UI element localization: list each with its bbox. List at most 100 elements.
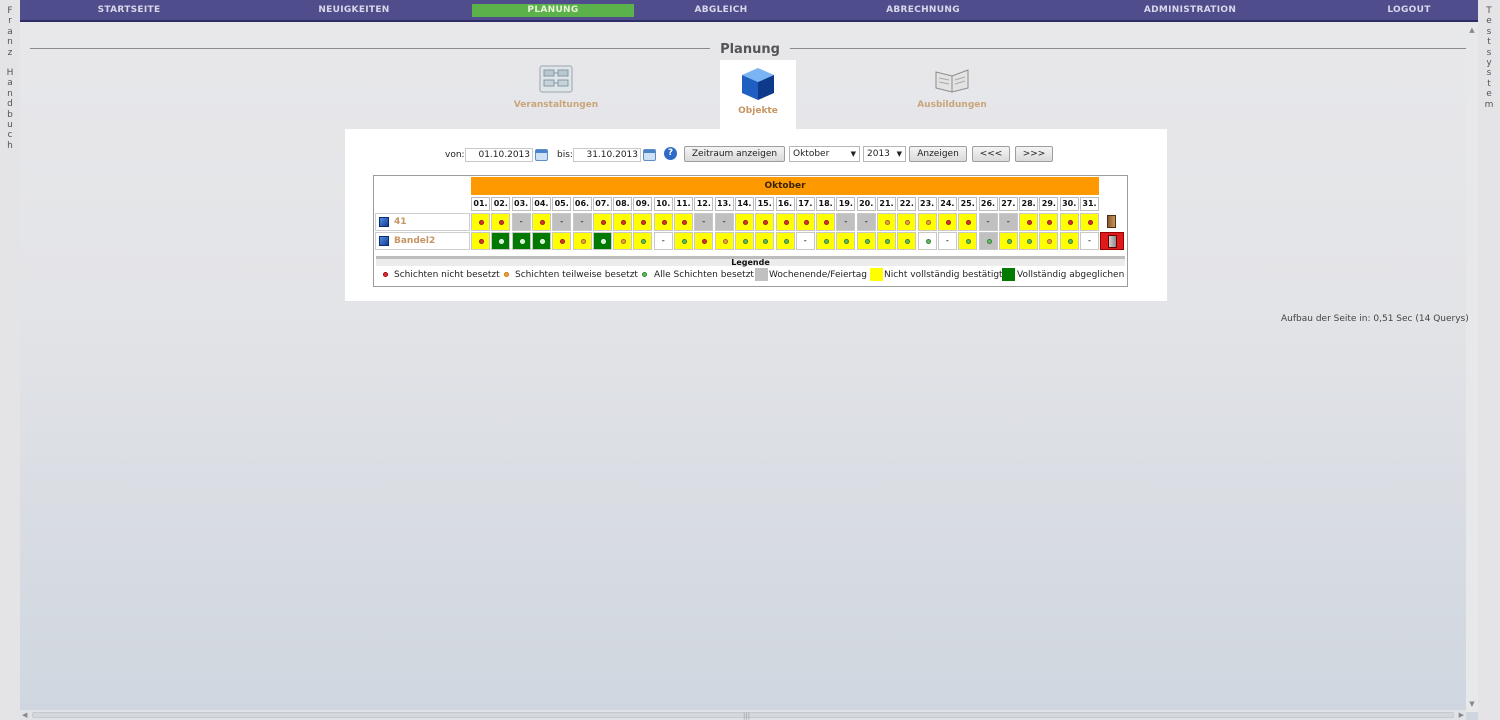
nav-neuigkeiten[interactable]: NEUIGKEITEN xyxy=(302,4,406,17)
calendar-icon[interactable] xyxy=(535,149,548,161)
legend-header: Legende xyxy=(376,256,1125,267)
day-cell[interactable]: - xyxy=(998,213,1018,231)
day-cell[interactable] xyxy=(491,232,511,250)
nav-logout[interactable]: LOGOUT xyxy=(1366,4,1452,17)
anzeigen-button[interactable]: Anzeigen xyxy=(909,146,967,162)
day-cell[interactable] xyxy=(714,232,734,250)
nav-abgleich[interactable]: ABGLEICH xyxy=(670,4,772,17)
day-cell[interactable] xyxy=(836,232,856,250)
nav-planung[interactable]: PLANUNG xyxy=(472,4,634,17)
day-cell[interactable]: - xyxy=(978,213,998,231)
day-cell[interactable]: - xyxy=(836,213,856,231)
scroll-right-arrow-icon[interactable]: ▶ xyxy=(1459,710,1464,720)
day-cell[interactable] xyxy=(633,213,653,231)
day-cell[interactable] xyxy=(1039,232,1059,250)
day-cell[interactable] xyxy=(531,213,551,231)
day-cell[interactable] xyxy=(917,232,937,250)
scroll-left-arrow-icon[interactable]: ◀ xyxy=(22,710,27,720)
day-cell[interactable] xyxy=(613,232,633,250)
day-cell[interactable] xyxy=(734,232,754,250)
object-row-label[interactable]: 41 xyxy=(375,213,470,231)
day-cell[interactable] xyxy=(856,232,876,250)
vertical-label-letter: a xyxy=(7,78,13,89)
day-cell[interactable]: - xyxy=(572,213,592,231)
day-cell[interactable] xyxy=(471,213,490,231)
day-cell[interactable] xyxy=(998,232,1018,250)
door-closed-red-icon[interactable] xyxy=(1100,232,1124,250)
day-cell[interactable] xyxy=(978,232,998,250)
von-date-field[interactable]: 01.10.2013 xyxy=(465,148,533,162)
tab-objekte[interactable]: Objekte xyxy=(720,60,796,130)
horizontal-scroll-thumb[interactable]: ||| xyxy=(32,712,1454,720)
scroll-up-arrow-icon[interactable]: ▲ xyxy=(1466,24,1478,36)
day-cell[interactable] xyxy=(816,213,836,231)
day-cell[interactable] xyxy=(531,232,551,250)
day-cell[interactable] xyxy=(816,232,836,250)
tab-veranstaltungen[interactable]: Veranstaltungen xyxy=(506,60,606,110)
day-header: 01. xyxy=(471,197,490,211)
day-cell[interactable] xyxy=(795,213,815,231)
next-month-button[interactable]: >>> xyxy=(1015,146,1053,162)
day-cell[interactable]: - xyxy=(714,213,734,231)
day-cell[interactable] xyxy=(958,213,978,231)
previous-month-button[interactable]: <<< xyxy=(972,146,1010,162)
door-open-icon[interactable] xyxy=(1100,213,1124,231)
day-cell[interactable] xyxy=(491,213,511,231)
day-cell[interactable] xyxy=(1059,213,1079,231)
day-cell[interactable] xyxy=(592,213,612,231)
day-cell[interactable] xyxy=(552,232,572,250)
day-cell[interactable] xyxy=(511,232,531,250)
day-cell[interactable] xyxy=(1080,213,1099,231)
day-cell[interactable]: - xyxy=(653,232,673,250)
day-cell[interactable]: - xyxy=(795,232,815,250)
day-cell[interactable]: - xyxy=(694,213,714,231)
day-cell[interactable]: - xyxy=(856,213,876,231)
scroll-down-arrow-icon[interactable]: ▼ xyxy=(1466,698,1478,710)
day-cell[interactable] xyxy=(775,213,795,231)
year-select[interactable]: 2013 ▼ xyxy=(863,146,906,162)
day-cell[interactable] xyxy=(958,232,978,250)
zeitraum-anzeigen-button[interactable]: Zeitraum anzeigen xyxy=(684,146,785,162)
day-cell[interactable] xyxy=(694,232,714,250)
day-cell[interactable]: - xyxy=(511,213,531,231)
day-cell[interactable] xyxy=(471,232,490,250)
horizontal-scrollbar[interactable]: ◀ ||| ▶ xyxy=(20,710,1466,720)
nav-startseite[interactable]: STARTSEITE xyxy=(78,4,180,17)
day-cell[interactable] xyxy=(877,213,896,231)
day-cell[interactable] xyxy=(897,213,917,231)
day-cell[interactable] xyxy=(613,213,633,231)
day-cell[interactable] xyxy=(674,232,693,250)
day-cell[interactable] xyxy=(897,232,917,250)
day-cell[interactable] xyxy=(1039,213,1059,231)
day-cell[interactable] xyxy=(1019,213,1039,231)
day-cell[interactable]: - xyxy=(1080,232,1099,250)
vertical-scrollbar[interactable]: ▲ ▼ xyxy=(1466,22,1478,712)
day-cell[interactable] xyxy=(755,213,775,231)
day-header: 09. xyxy=(633,197,653,211)
day-cell[interactable] xyxy=(674,213,693,231)
object-row-label[interactable]: Bandel2 xyxy=(375,232,470,250)
left-strip-user[interactable]: Franz xyxy=(7,6,13,58)
day-cell[interactable] xyxy=(592,232,612,250)
day-cell[interactable]: - xyxy=(937,232,957,250)
day-cell[interactable] xyxy=(937,213,957,231)
nav-abrechnung[interactable]: ABRECHNUNG xyxy=(868,4,978,17)
day-cell[interactable] xyxy=(633,232,653,250)
day-cell[interactable] xyxy=(734,213,754,231)
left-strip-handbuch[interactable]: Handbuch xyxy=(7,68,14,151)
day-cell[interactable] xyxy=(917,213,937,231)
nav-administration[interactable]: ADMINISTRATION xyxy=(1128,4,1252,17)
day-cell[interactable] xyxy=(755,232,775,250)
day-cell[interactable] xyxy=(572,232,592,250)
calendar-icon[interactable] xyxy=(643,149,656,161)
day-cell[interactable] xyxy=(877,232,896,250)
day-cell[interactable] xyxy=(653,213,673,231)
help-icon[interactable]: ? xyxy=(664,147,677,160)
day-cell[interactable]: - xyxy=(552,213,572,231)
day-cell[interactable] xyxy=(1019,232,1039,250)
day-cell[interactable] xyxy=(775,232,795,250)
day-cell[interactable] xyxy=(1059,232,1079,250)
tab-ausbildungen[interactable]: Ausbildungen xyxy=(904,60,1000,110)
bis-date-field[interactable]: 31.10.2013 xyxy=(573,148,641,162)
month-select[interactable]: Oktober ▼ xyxy=(789,146,860,162)
